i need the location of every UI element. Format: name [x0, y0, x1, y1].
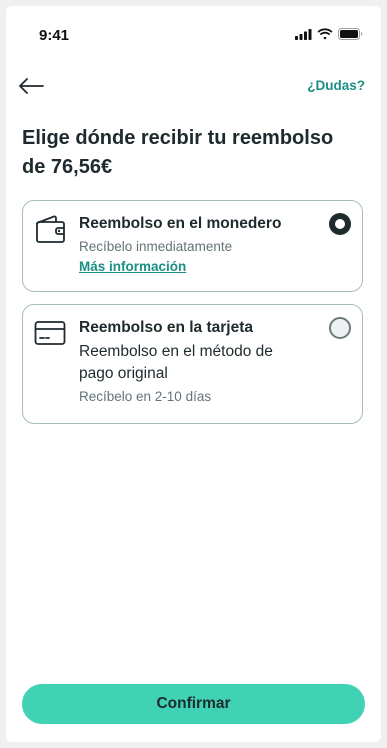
- signal-icon: [295, 28, 312, 40]
- help-link[interactable]: ¿Dudas?: [307, 78, 365, 93]
- page-title: Elige dónde recibir tu reembolso de 76,5…: [22, 127, 334, 178]
- status-bar: 9:41: [6, 6, 381, 50]
- radio-wallet[interactable]: [329, 213, 351, 235]
- confirm-button[interactable]: Confirmar: [22, 684, 365, 724]
- more-info-link[interactable]: Más información: [79, 257, 186, 277]
- option-card-description: Reembolso en el método de pago original: [79, 343, 273, 382]
- arrow-left-icon: [19, 78, 44, 94]
- status-icons: [295, 28, 363, 40]
- wallet-icon: [36, 215, 65, 243]
- screen: 9:41 ¿Dudas? Elige dónde recibir tu reem…: [6, 6, 381, 742]
- option-wallet-title: Reembolso en el monedero: [79, 215, 282, 232]
- wifi-icon: [317, 28, 333, 40]
- battery-icon: [338, 28, 363, 40]
- option-card-subtitle: Recíbelo en 2-10 días: [79, 389, 212, 404]
- status-time: 9:41: [39, 27, 70, 44]
- option-card-text: Reembolso en la tarjeta Reembolso en el …: [79, 317, 299, 407]
- radio-card[interactable]: [329, 317, 351, 339]
- credit-card-icon: [34, 321, 66, 345]
- header: ¿Dudas?: [6, 66, 381, 106]
- option-wallet-subtitle: Recíbelo inmediatamente: [79, 239, 233, 254]
- back-button[interactable]: [16, 72, 46, 100]
- option-card-title: Reembolso en la tarjeta: [79, 319, 254, 336]
- option-wallet-text: Reembolso en el monedero Recíbelo inmedi…: [79, 213, 299, 277]
- option-card[interactable]: Reembolso en la tarjeta Reembolso en el …: [22, 304, 363, 424]
- option-wallet[interactable]: Reembolso en el monedero Recíbelo inmedi…: [22, 200, 363, 292]
